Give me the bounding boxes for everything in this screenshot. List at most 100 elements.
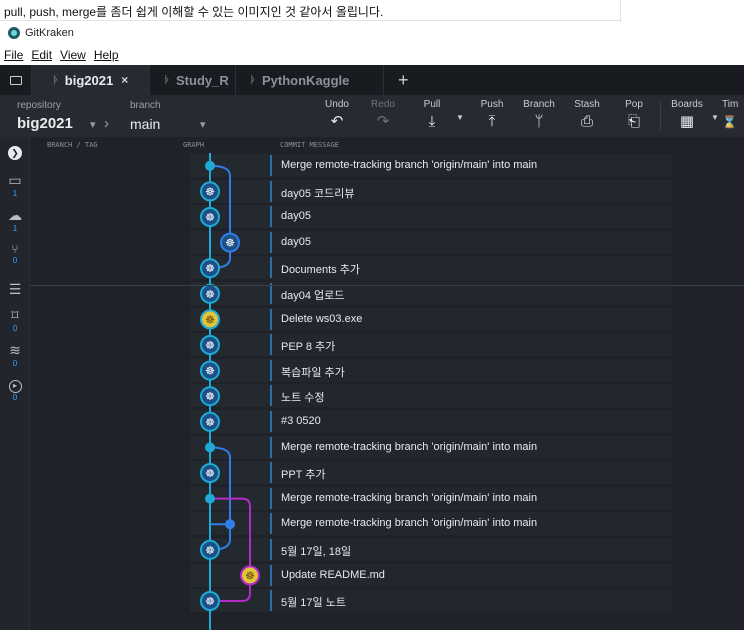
boards-options-caret-icon[interactable]: ▼ [711,113,719,122]
new-tab-button[interactable]: + [384,70,423,91]
local-count: 1 [12,189,18,198]
issues-button[interactable]: ☰ [0,281,30,298]
commit-avatar-icon[interactable]: ☸ [200,463,220,483]
remote-count: 1 [12,224,18,233]
pull-options-caret-icon[interactable]: ▼ [456,113,464,122]
branch-select[interactable]: main [130,116,160,132]
expand-icon[interactable]: ❯ [0,145,30,160]
commit-avatar-icon[interactable]: ☸ [200,335,220,355]
branch-icon: ᛘ [534,113,544,130]
tab-label: big2021 [64,72,114,88]
commit-avatar-icon[interactable]: ☸ [200,411,220,432]
toolbar-divider [660,101,661,131]
history-divider [30,285,744,286]
chevron-down-icon[interactable]: ▾ [90,118,96,131]
commit-avatar-icon[interactable]: ☸ [220,232,240,253]
merge-commit-node[interactable] [205,160,215,171]
laptop-icon: ▭ [8,172,22,188]
chevron-down-icon[interactable]: ▾ [200,118,206,131]
svg-text:☸: ☸ [205,544,215,557]
submodules-button[interactable]: ≋ 0 [0,342,30,368]
column-commit-message[interactable]: COMMIT MESSAGE [280,141,339,149]
undo-button[interactable]: Undo ↶ [317,99,357,130]
svg-text:☸: ☸ [245,569,255,582]
commit-avatar-icon[interactable]: ☸ [200,309,220,330]
push-button[interactable]: Push ⤒ [472,99,512,130]
menu-file[interactable]: File [4,48,23,62]
column-graph[interactable]: GRAPH [183,141,204,149]
local-branches-button[interactable]: ▭ 1 [0,172,30,198]
branch-marker-icon: ᚦ [52,74,59,86]
commit-avatar-icon[interactable]: ☸ [240,565,260,586]
menu-help[interactable]: Help [94,48,119,62]
svg-text:☸: ☸ [205,185,215,198]
remote-button[interactable]: ☁ 1 [0,207,30,233]
repository-select[interactable]: big2021 [17,115,73,132]
pull-label: Pull [423,99,441,110]
actions-button[interactable]: ▸ 0 [0,377,30,402]
stack-icon: ≋ [9,342,21,358]
commit-avatar-icon[interactable]: ☸ [200,283,220,304]
caption-divider-vertical [620,0,621,22]
pull-icon: ⤓ [428,113,436,130]
commit-avatar-icon[interactable]: ☸ [200,181,220,202]
svg-text:☸: ☸ [205,416,215,429]
commit-avatar-icon[interactable]: ☸ [200,591,220,611]
branch-label: branch [130,100,161,111]
tab-big2021[interactable]: ᚦ big2021 × [32,65,150,95]
undo-label: Undo [325,99,349,110]
commit-avatar-icon[interactable]: ☸ [200,258,220,279]
timeline-button[interactable]: Tim ⌛ [722,99,744,130]
branch-button-label: Branch [523,99,555,110]
close-tab-icon[interactable]: × [121,73,128,87]
chevron-right-icon: › [104,115,109,132]
merge-commit-node[interactable] [205,442,215,453]
tab-label: PythonKaggle [262,72,350,88]
window-titlebar: GitKraken [0,22,744,44]
branch-marker-icon: ᚦ [250,74,256,86]
toolbar: repository big2021 ▾ › branch main ▾ Und… [0,95,744,137]
pr-count: 0 [12,256,18,265]
window-title: GitKraken [25,27,74,39]
svg-text:☸: ☸ [205,595,215,608]
timeline-label: Tim [722,99,739,110]
commit-avatar-icon[interactable]: ☸ [200,386,220,407]
caption-divider [0,20,620,21]
play-icon: ▸ [8,380,22,393]
boards-icon: ▦ [679,113,695,130]
branch-button[interactable]: Branch ᛘ [519,99,559,130]
redo-label: Redo [371,99,395,110]
stash-button[interactable]: Stash ⎙ [567,99,607,130]
menu-edit[interactable]: Edit [31,48,52,62]
gitkraken-app: ᚦ big2021 × ᚦ Study_R ᚦ PythonKaggle + r… [0,65,744,630]
tab-pythonkaggle[interactable]: ᚦ PythonKaggle [236,65,384,95]
redo-icon: ↷ [376,113,390,130]
tab-study-r[interactable]: ᚦ Study_R [150,65,236,95]
commit-avatar-icon[interactable]: ☸ [200,360,220,381]
commit-avatar-icon[interactable]: ☸ [200,539,220,560]
commit-avatar-icon[interactable]: ☸ [200,207,220,227]
commit-graph: ☸ ☸ ☸ ☸ ☸ ☸ ☸ ☸ ☸ ☸ ☸ ☸ ☸ ☸ [200,153,260,630]
pull-requests-button[interactable]: ⑂ 0 [0,242,30,265]
folder-icon[interactable] [0,65,32,95]
column-branch-tag[interactable]: BRANCH / TAG [47,141,98,149]
column-header: BRANCH / TAG GRAPH COMMIT MESSAGE [30,137,744,153]
gitkraken-logo-icon [8,27,20,39]
pop-button[interactable]: Pop ⎗ [614,99,654,130]
merge-commit-node[interactable] [205,493,215,504]
tag-icon: ⌑ [11,307,19,323]
boards-button[interactable]: Boards ▦ [667,99,707,130]
pull-button[interactable]: Pull ⤓ [412,99,452,130]
menu-view[interactable]: View [60,48,86,62]
stash-icon: ⎙ [580,113,593,130]
svg-text:☸: ☸ [225,237,235,250]
left-sidebar: ❯ ▭ 1 ☁ 1 ⑂ 0 ☰ ⌑ 0 ≋ 0 ▸ 0 [0,137,30,630]
stack-count: 0 [12,359,18,368]
branch-marker-icon: ᚦ [164,74,170,86]
redo-button[interactable]: Redo ↷ [363,99,403,130]
merge-commit-node[interactable] [225,519,235,530]
svg-text:☸: ☸ [205,339,215,352]
tab-label: Study_R [176,72,229,88]
actions-count: 0 [12,393,18,402]
tags-button[interactable]: ⌑ 0 [0,307,30,333]
